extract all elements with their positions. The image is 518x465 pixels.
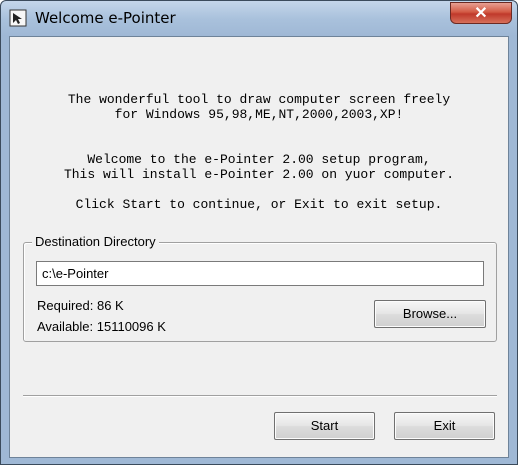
close-button[interactable]: ✕ — [450, 2, 512, 24]
intro-line-1: The wonderful tool to draw computer scre… — [67, 92, 451, 107]
title-bar[interactable]: Welcome e-Pointer ✕ — [1, 1, 517, 36]
destination-path-input[interactable] — [36, 261, 484, 286]
destination-group-label: Destination Directory — [32, 234, 159, 249]
dialog-body: The wonderful tool to draw computer scre… — [9, 36, 509, 458]
intro-line-2: for Windows 95,98,ME,NT,2000,2003,XP! — [114, 107, 404, 122]
footer-separator — [23, 395, 497, 397]
intro-line-5: Click Start to continue, or Exit to exit… — [75, 197, 443, 212]
exit-button[interactable]: Exit — [394, 412, 495, 440]
e-pointer-app-icon — [9, 9, 27, 27]
intro-line-4: This will install e-Pointer 2.00 on yuor… — [63, 167, 455, 182]
setup-window: Welcome e-Pointer ✕ The wonderful tool t… — [0, 0, 518, 465]
start-button[interactable]: Start — [274, 412, 375, 440]
close-icon: ✕ — [474, 5, 488, 22]
window-title: Welcome e-Pointer — [35, 9, 176, 27]
browse-button[interactable]: Browse... — [374, 300, 486, 328]
intro-line-3: Welcome to the e-Pointer 2.00 setup prog… — [87, 152, 431, 167]
required-space-label: Required: 86 K — [37, 298, 124, 313]
available-space-label: Available: 15110096 K — [37, 319, 166, 334]
